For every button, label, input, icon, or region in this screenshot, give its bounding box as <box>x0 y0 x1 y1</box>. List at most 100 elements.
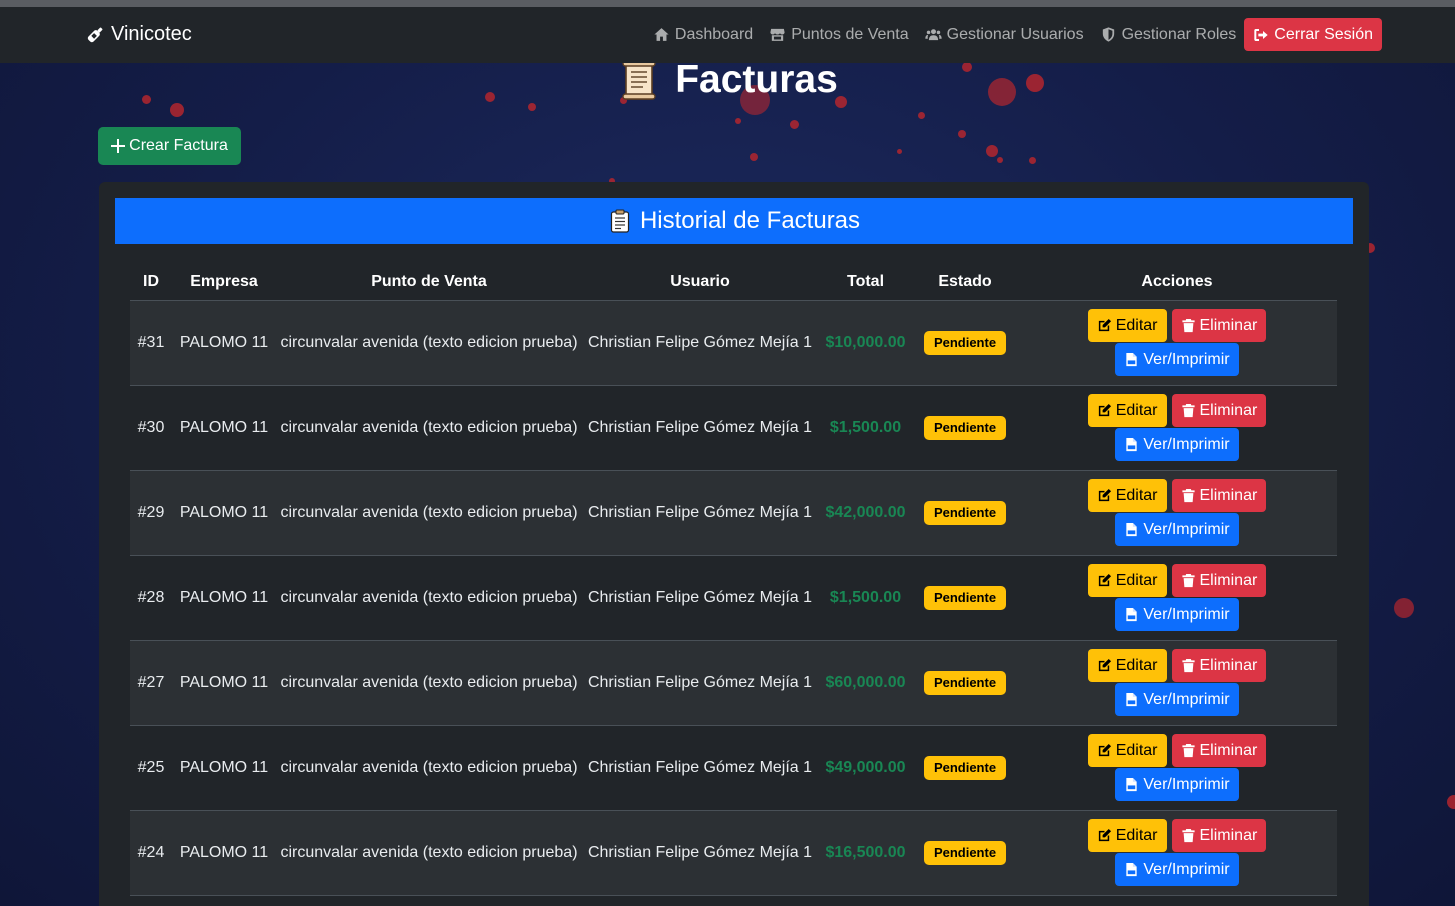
nav-dashboard[interactable]: Dashboard <box>645 19 761 51</box>
edit-label: Editar <box>1115 401 1158 419</box>
background-dot <box>1029 157 1036 164</box>
view-print-label: Ver/Imprimir <box>1143 520 1230 538</box>
pdf-file-icon <box>1126 862 1138 877</box>
view-print-button[interactable]: Ver/Imprimir <box>1115 428 1239 461</box>
cell-id: #28 <box>137 588 165 606</box>
table-header-row: ID Empresa Punto de Venta Usuario Total … <box>130 264 1337 301</box>
logout-button[interactable]: Cerrar Sesión <box>1244 18 1382 51</box>
table-row: #31 PALOMO 11 circunvalar avenida (texto… <box>130 300 1337 385</box>
table-row: #28 PALOMO 11 circunvalar avenida (texto… <box>130 555 1337 640</box>
nav-dashboard-label: Dashboard <box>674 25 754 43</box>
cell-acciones: Editar Eliminar Ver/Imprimir <box>1017 470 1337 555</box>
create-invoice-button[interactable]: Crear Factura <box>98 127 241 165</box>
cell-acciones: Editar Eliminar Ver/Imprimir <box>1017 725 1337 810</box>
view-print-button[interactable]: Ver/Imprimir <box>1115 513 1239 546</box>
delete-button[interactable]: Eliminar <box>1171 819 1267 852</box>
delete-button[interactable]: Eliminar <box>1171 564 1267 597</box>
cell-id: #30 <box>137 418 165 436</box>
trash-icon <box>1181 743 1195 758</box>
trash-icon <box>1181 318 1195 333</box>
top-navbar: Vinicotec Dashboard Puntos de Venta Gest… <box>0 7 1455 63</box>
view-print-label: Ver/Imprimir <box>1143 775 1230 793</box>
trash-icon <box>1181 658 1195 673</box>
edit-button[interactable]: Editar <box>1087 819 1167 852</box>
edit-button[interactable]: Editar <box>1087 564 1167 597</box>
status-badge: Pendiente <box>923 755 1007 780</box>
users-icon <box>924 29 942 41</box>
cell-estado: Pendiente <box>913 300 1017 385</box>
cell-estado: Pendiente <box>913 810 1017 895</box>
cell-total: $1,500.00 <box>829 418 902 436</box>
edit-button[interactable]: Editar <box>1087 734 1167 767</box>
col-header-acciones: Acciones <box>1017 264 1337 301</box>
nav-puntos-de-venta[interactable]: Puntos de Venta <box>761 19 916 51</box>
status-badge: Pendiente <box>923 670 1007 695</box>
edit-label: Editar <box>1115 316 1158 334</box>
view-print-button[interactable]: Ver/Imprimir <box>1115 853 1239 886</box>
cell-empresa: PALOMO 11 <box>179 418 269 436</box>
cell-id: #25 <box>137 758 165 776</box>
edit-label: Editar <box>1115 571 1158 589</box>
pdf-file-icon <box>1126 437 1138 452</box>
cell-empresa: PALOMO 11 <box>179 673 269 691</box>
edit-icon <box>1098 403 1111 417</box>
edit-button[interactable]: Editar <box>1087 479 1167 512</box>
nav-gestionar-roles[interactable]: Gestionar Roles <box>1092 19 1245 51</box>
pdf-file-icon <box>1126 522 1138 537</box>
cell-punto-de-venta: circunvalar avenida (texto edicion prueb… <box>280 843 578 861</box>
brand-name: Vinicotec <box>111 23 192 45</box>
page-title: Facturas <box>0 58 1455 102</box>
invoice-history-card: Historial de Facturas ID Empresa Punto d… <box>99 182 1369 906</box>
background-dot <box>958 130 966 138</box>
cell-usuario: Christian Felipe Gómez Mejía 1 <box>587 673 813 691</box>
edit-button[interactable]: Editar <box>1087 649 1167 682</box>
edit-icon <box>1098 743 1111 757</box>
trash-icon <box>1181 573 1195 588</box>
delete-button[interactable]: Eliminar <box>1171 734 1267 767</box>
delete-button[interactable]: Eliminar <box>1171 309 1267 342</box>
view-print-button[interactable]: Ver/Imprimir <box>1115 683 1239 716</box>
status-badge: Pendiente <box>923 415 1007 440</box>
background-dot <box>918 112 925 119</box>
cell-estado: Pendiente <box>913 725 1017 810</box>
cell-acciones: Editar Eliminar Ver/Imprimir <box>1017 300 1337 385</box>
cell-punto-de-venta: circunvalar avenida (texto edicion prueb… <box>280 333 578 351</box>
cell-usuario: Christian Felipe Gómez Mejía 1 <box>587 843 813 861</box>
nav-gestionar-usuarios[interactable]: Gestionar Usuarios <box>917 19 1092 51</box>
trash-icon <box>1181 403 1195 418</box>
view-print-button[interactable]: Ver/Imprimir <box>1115 768 1239 801</box>
nav-usuarios-label: Gestionar Usuarios <box>946 25 1084 43</box>
view-print-button[interactable]: Ver/Imprimir <box>1115 598 1239 631</box>
cell-usuario: Christian Felipe Gómez Mejía 1 <box>587 418 813 436</box>
delete-label: Eliminar <box>1199 741 1258 759</box>
cell-punto-de-venta: circunvalar avenida (texto edicion prueb… <box>280 673 578 691</box>
store-icon <box>770 28 785 41</box>
background-dot <box>997 157 1003 163</box>
brand-link[interactable]: Vinicotec <box>86 23 192 46</box>
cell-total: $60,000.00 <box>825 673 906 691</box>
delete-button[interactable]: Eliminar <box>1171 649 1267 682</box>
delete-button[interactable]: Eliminar <box>1171 479 1267 512</box>
pdf-file-icon <box>1126 352 1138 367</box>
cell-usuario: Christian Felipe Gómez Mejía 1 <box>587 758 813 776</box>
edit-button[interactable]: Editar <box>1087 394 1167 427</box>
cell-total: $16,500.00 <box>825 843 906 861</box>
edit-button[interactable]: Editar <box>1087 309 1167 342</box>
edit-icon <box>1098 318 1111 332</box>
cell-total: $42,000.00 <box>825 503 906 521</box>
card-header: Historial de Facturas <box>115 198 1353 244</box>
background-dot <box>1447 795 1455 809</box>
nav-roles-label: Gestionar Roles <box>1121 25 1237 43</box>
cell-punto-de-venta: circunvalar avenida (texto edicion prueb… <box>280 418 578 436</box>
card-title: Historial de Facturas <box>639 207 861 234</box>
cell-estado: Pendiente <box>913 555 1017 640</box>
delete-label: Eliminar <box>1199 571 1258 589</box>
view-print-button[interactable]: Ver/Imprimir <box>1115 343 1239 376</box>
cell-empresa: PALOMO 11 <box>179 503 269 521</box>
edit-icon <box>1098 573 1111 587</box>
table-row: #30 PALOMO 11 circunvalar avenida (texto… <box>130 385 1337 470</box>
wine-bottle-icon <box>87 27 103 43</box>
invoice-table: ID Empresa Punto de Venta Usuario Total … <box>130 264 1337 896</box>
cell-id: #27 <box>137 673 165 691</box>
delete-button[interactable]: Eliminar <box>1171 394 1267 427</box>
